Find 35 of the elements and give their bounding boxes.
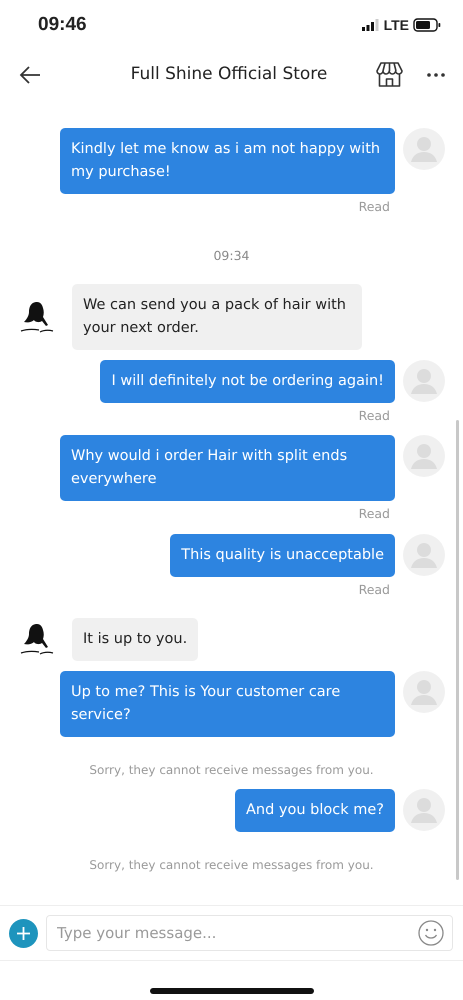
sent-message: This quality is unacceptable <box>170 534 395 577</box>
emoji-icon[interactable] <box>418 920 444 946</box>
avatar-icon <box>403 128 445 170</box>
read-receipt: Read <box>358 198 390 216</box>
store-logo-icon <box>18 300 56 334</box>
chat-title: Full Shine Official Store <box>130 63 328 86</box>
system-notice: Sorry, they cannot receive messages from you. <box>88 856 375 874</box>
received-message: It is up to you. <box>72 618 198 661</box>
plus-icon <box>16 926 31 940</box>
avatar-icon <box>403 670 445 713</box>
message-input-field[interactable]: Type your message... <box>46 915 453 951</box>
avatar-icon <box>403 534 445 576</box>
sent-message: And you block me? <box>235 788 395 832</box>
more-icon[interactable] <box>427 73 445 77</box>
sent-message: Up to me? This is Your customer care service? <box>60 670 395 737</box>
add-button[interactable] <box>9 918 38 948</box>
store-logo-icon <box>18 622 56 656</box>
sent-message: I will definitely not be ordering again! <box>100 360 395 402</box>
timestamp: 09:34 <box>212 246 251 265</box>
avatar-icon <box>403 788 445 831</box>
sent-message: Why would i order Hair with split ends everywhere <box>60 435 395 502</box>
battery-icon <box>413 18 441 32</box>
network-label: LTE <box>384 16 409 34</box>
sent-message: Kindly let me know as i am not happy with my purchase! <box>60 128 395 194</box>
read-receipt: Read <box>358 505 390 524</box>
avatar-icon <box>403 435 445 478</box>
signal-icon <box>362 19 380 31</box>
store-icon[interactable] <box>376 62 403 88</box>
received-message: We can send you a pack of hair with your next order. <box>72 284 362 350</box>
read-receipt: Read <box>358 581 390 599</box>
avatar-icon <box>403 360 445 402</box>
read-receipt: Read <box>358 406 390 424</box>
status-time: 09:46 <box>38 12 87 37</box>
back-icon[interactable] <box>18 65 42 85</box>
system-notice: Sorry, they cannot receive messages from you. <box>88 762 375 779</box>
